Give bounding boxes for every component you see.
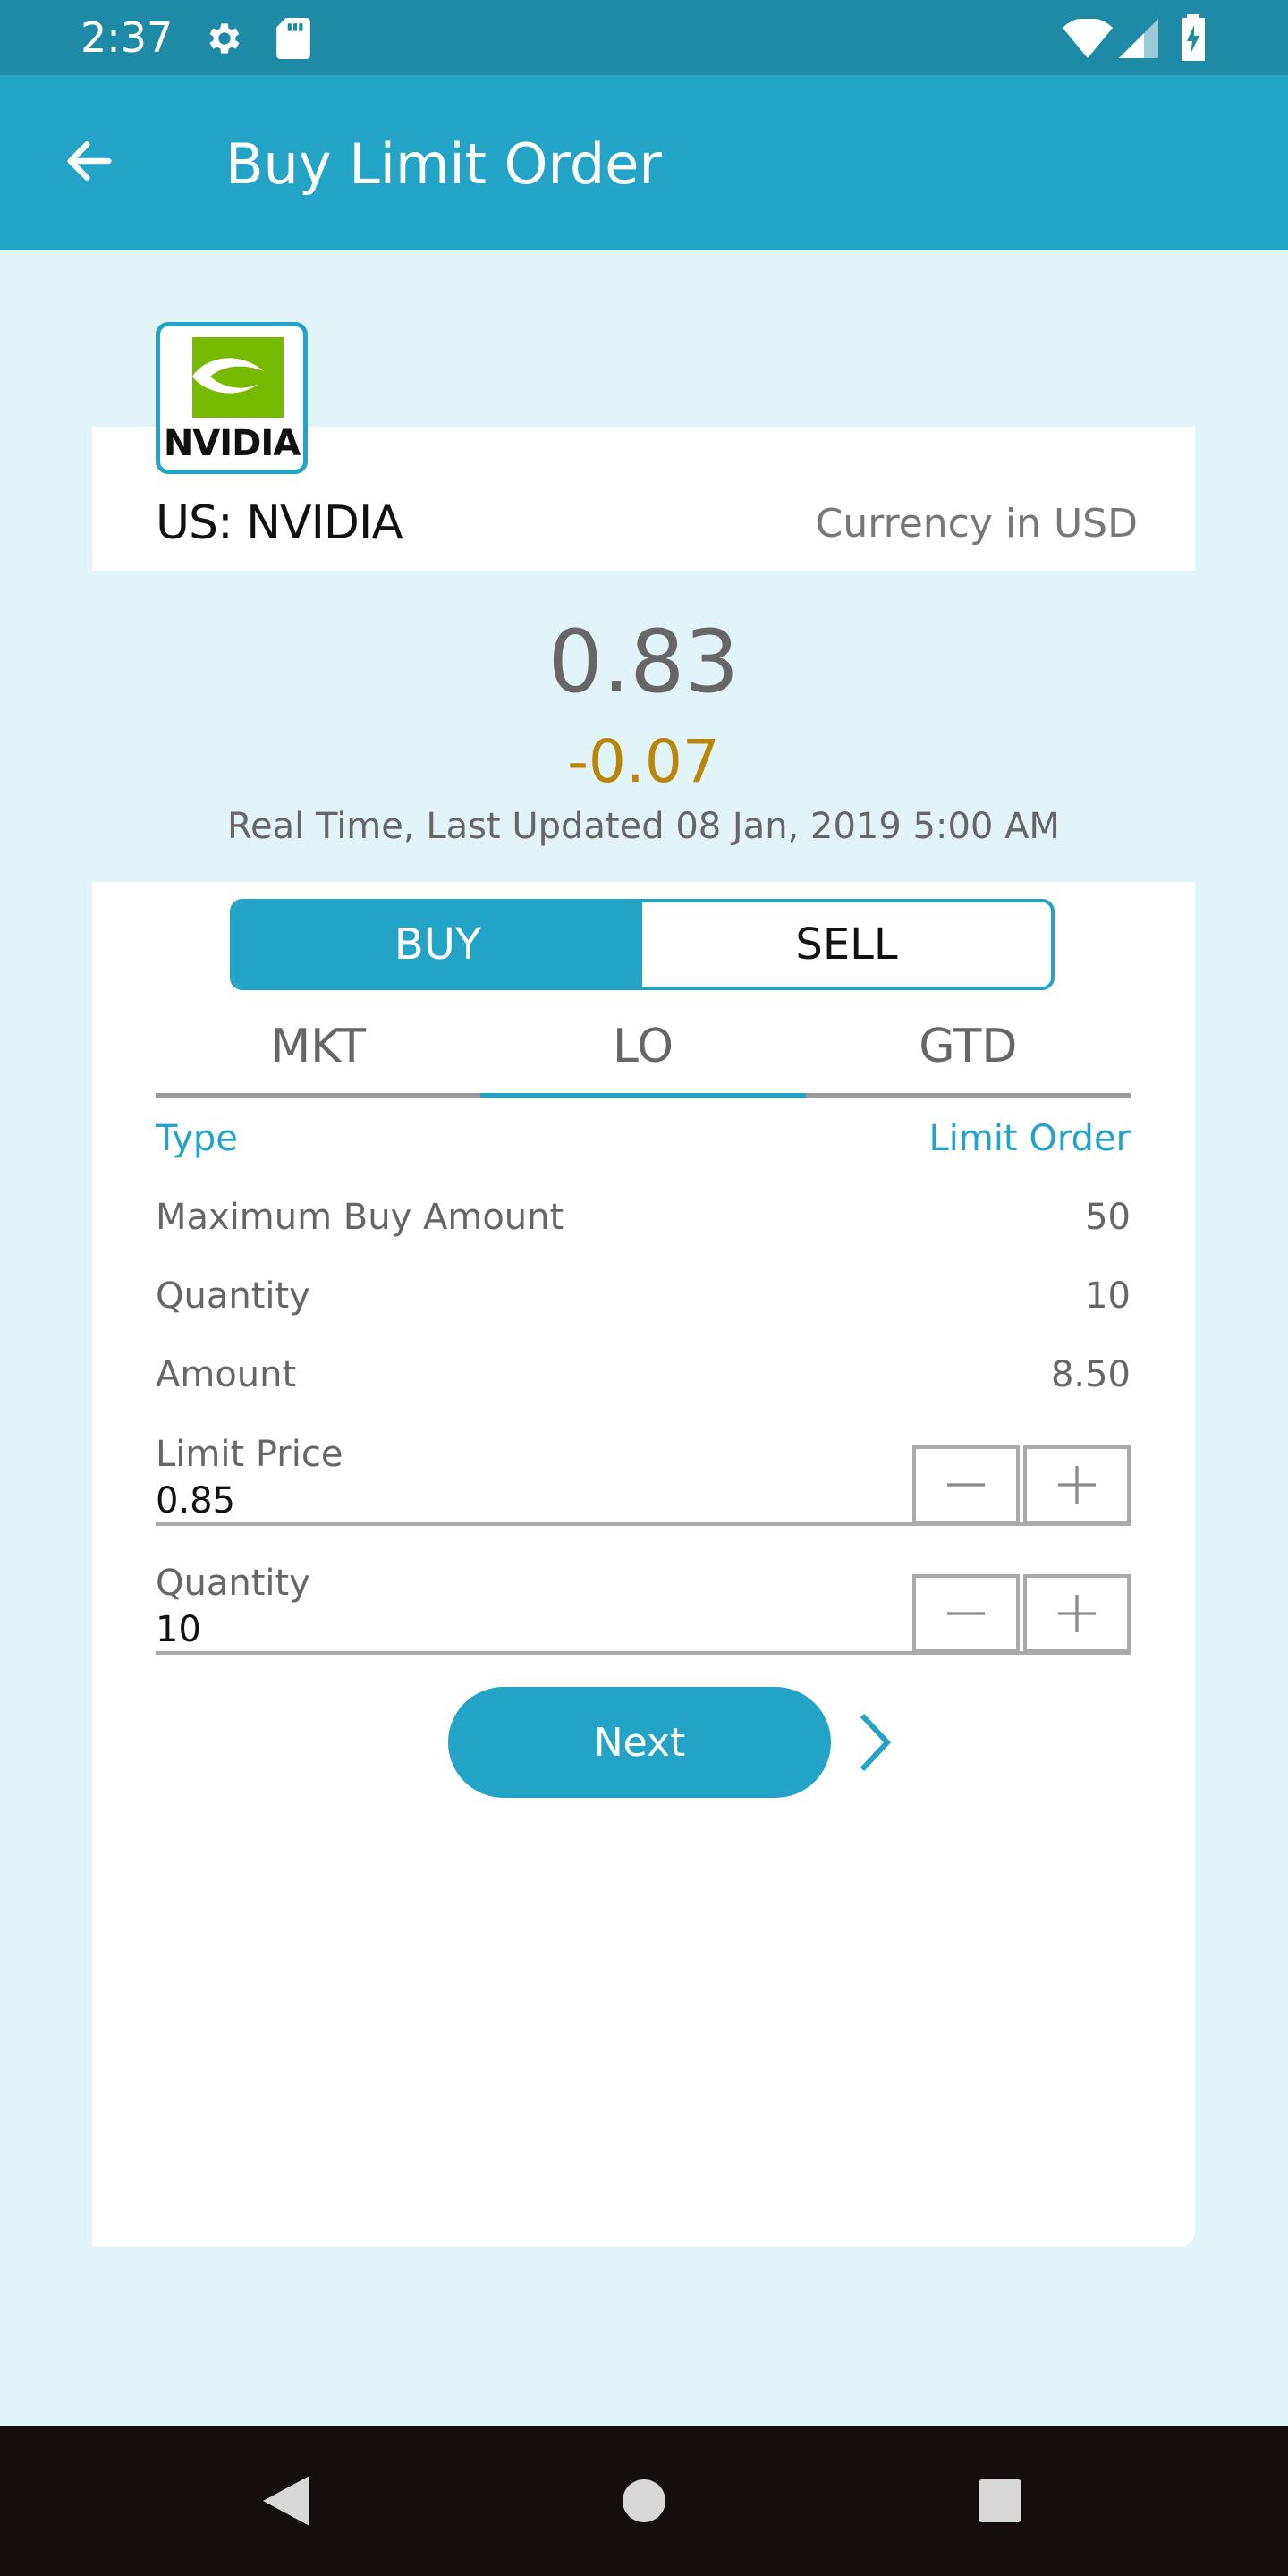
order-type-tabs: MKT LO GTD bbox=[156, 1011, 1131, 1098]
chevron-right-icon[interactable] bbox=[855, 1708, 894, 1776]
type-value: Limit Order bbox=[928, 1118, 1131, 1159]
tab-label: LO bbox=[612, 1020, 674, 1073]
minus-icon bbox=[947, 1612, 985, 1615]
buy-sell-toggle: BUY SELL bbox=[230, 899, 1055, 990]
quantity-increment-button[interactable] bbox=[1023, 1574, 1131, 1653]
quantity-label: Quantity bbox=[156, 1275, 310, 1317]
nvidia-eye-icon bbox=[192, 337, 284, 418]
next-button[interactable]: Next bbox=[448, 1687, 831, 1798]
arrow-left-icon[interactable] bbox=[54, 125, 125, 197]
amount-value: 8.50 bbox=[1050, 1354, 1131, 1395]
page-title: Buy Limit Order bbox=[225, 131, 662, 197]
limit-price-label: Limit Price bbox=[156, 1434, 343, 1475]
wifi-icon bbox=[1061, 16, 1114, 61]
quantity-row: Quantity 10 bbox=[156, 1265, 1131, 1327]
currency-label: Currency in USD bbox=[815, 501, 1138, 547]
tab-lo[interactable]: LO bbox=[480, 1011, 806, 1098]
type-row: Type Limit Order bbox=[156, 1107, 1131, 1170]
limit-price-increment-button[interactable] bbox=[1023, 1445, 1131, 1524]
signal-icon bbox=[1118, 16, 1159, 61]
quantity-decrement-button[interactable] bbox=[912, 1574, 1020, 1653]
quantity-value: 10 bbox=[1085, 1275, 1131, 1317]
logo-text: NVIDIA bbox=[163, 423, 301, 464]
last-price: 0.83 bbox=[547, 612, 740, 712]
price-panel: 0.83 -0.07 Real Time, Last Updated 08 Ja… bbox=[92, 571, 1195, 882]
stock-name: US: NVIDIA bbox=[156, 496, 403, 550]
status-bar: 2:37 bbox=[0, 0, 1288, 75]
nav-recents-icon[interactable] bbox=[964, 2465, 1036, 2537]
limit-price-decrement-button[interactable] bbox=[912, 1445, 1020, 1524]
status-time: 2:37 bbox=[80, 13, 174, 62]
tab-underline bbox=[480, 1093, 806, 1098]
sell-toggle-button[interactable]: SELL bbox=[642, 902, 1051, 987]
tab-mkt[interactable]: MKT bbox=[156, 1011, 481, 1098]
amount-label: Amount bbox=[156, 1354, 297, 1395]
gear-icon bbox=[202, 16, 247, 61]
tab-underline bbox=[805, 1093, 1131, 1098]
max-buy-value: 50 bbox=[1085, 1197, 1131, 1238]
plus-icon bbox=[1058, 1466, 1096, 1504]
tab-underline bbox=[156, 1093, 481, 1098]
buy-toggle-button[interactable]: BUY bbox=[233, 902, 642, 987]
quantity-field-label: Quantity bbox=[156, 1563, 310, 1604]
navigation-bar bbox=[0, 2426, 1288, 2576]
quantity-stepper bbox=[912, 1574, 1131, 1653]
battery-charging-icon bbox=[1177, 13, 1209, 63]
amount-row: Amount 8.50 bbox=[156, 1343, 1131, 1406]
max-buy-row: Maximum Buy Amount 50 bbox=[156, 1186, 1131, 1249]
last-updated: Real Time, Last Updated 08 Jan, 2019 5:0… bbox=[227, 806, 1060, 847]
tab-label: MKT bbox=[270, 1020, 367, 1073]
type-label: Type bbox=[156, 1118, 238, 1159]
company-logo: NVIDIA bbox=[156, 322, 308, 474]
limit-price-stepper bbox=[912, 1445, 1131, 1524]
nav-back-icon[interactable] bbox=[250, 2465, 322, 2537]
quantity-input[interactable]: 10 bbox=[156, 1605, 201, 1655]
price-change: -0.07 bbox=[567, 727, 720, 796]
nav-home-icon[interactable] bbox=[608, 2465, 680, 2537]
tab-gtd[interactable]: GTD bbox=[805, 1011, 1131, 1098]
limit-price-input[interactable]: 0.85 bbox=[156, 1476, 235, 1526]
plus-icon bbox=[1058, 1595, 1096, 1632]
max-buy-label: Maximum Buy Amount bbox=[156, 1197, 564, 1238]
tab-label: GTD bbox=[919, 1020, 1018, 1073]
minus-icon bbox=[947, 1483, 985, 1487]
sd-card-icon bbox=[274, 16, 313, 61]
